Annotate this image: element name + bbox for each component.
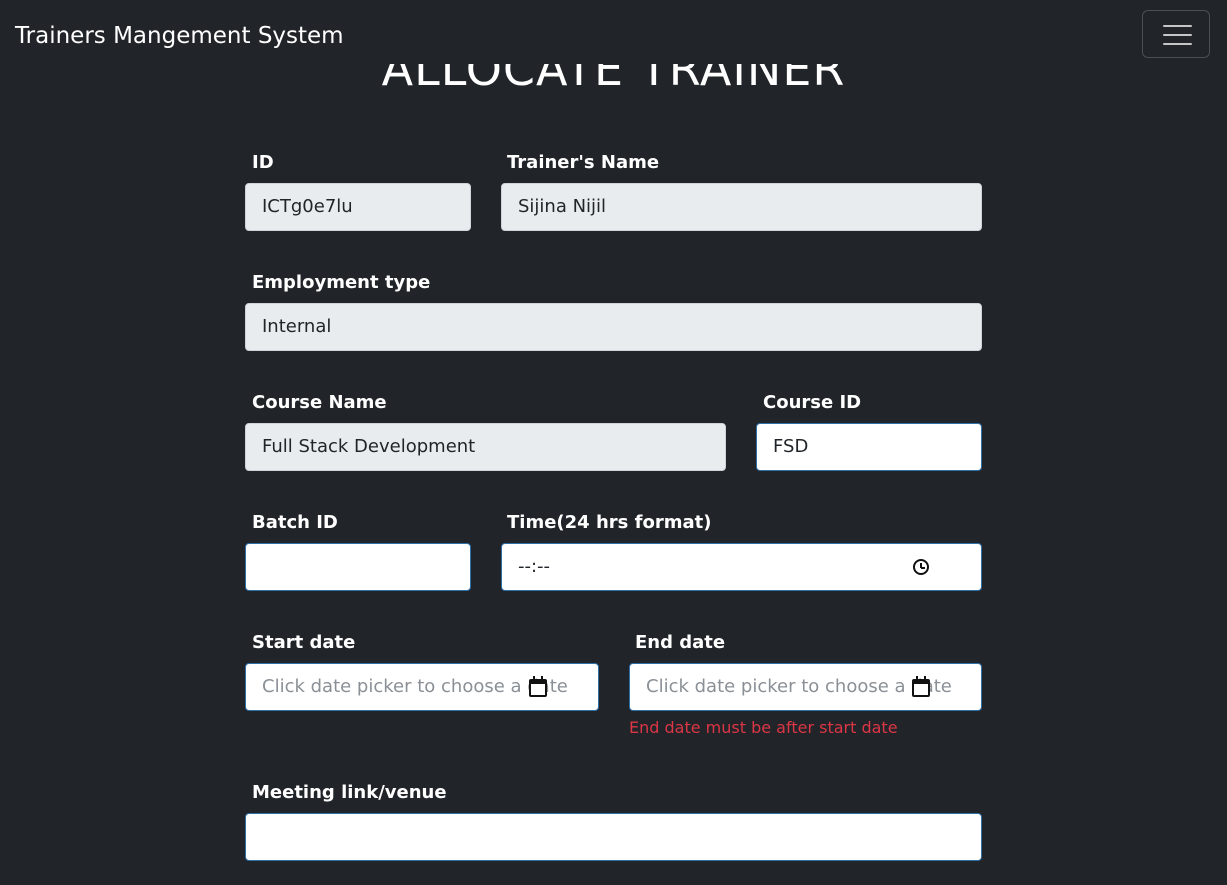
time-value: --:-- <box>518 556 551 577</box>
id-field[interactable]: ICTg0e7lu <box>245 183 471 231</box>
clock-icon[interactable] <box>913 559 929 575</box>
navbar-brand[interactable]: Trainers Mangement System <box>15 20 344 52</box>
course-name-label: Course Name <box>252 392 387 413</box>
end-date-input[interactable]: Click date picker to choose a date <box>629 663 982 711</box>
meeting-link-input[interactable] <box>245 813 982 861</box>
batch-id-input[interactable] <box>245 543 471 591</box>
employment-type-field[interactable]: Internal <box>245 303 982 351</box>
id-label: ID <box>252 152 274 173</box>
end-date-label: End date <box>635 632 726 653</box>
batch-id-label: Batch ID <box>252 512 338 533</box>
end-date-placeholder: Click date picker to choose a date <box>646 676 952 697</box>
start-date-placeholder: Click date picker to choose a date <box>262 676 568 697</box>
meeting-link-label: Meeting link/venue <box>252 782 447 803</box>
navbar-toggler-button[interactable] <box>1142 10 1210 58</box>
start-date-label: Start date <box>252 632 356 653</box>
calendar-icon[interactable] <box>529 676 547 697</box>
calendar-icon[interactable] <box>912 676 930 697</box>
employment-type-label: Employment type <box>252 272 431 293</box>
end-date-error: End date must be after start date <box>629 718 898 737</box>
course-name-field[interactable]: Full Stack Development <box>245 423 726 471</box>
navbar: Trainers Mangement System <box>0 0 1227 72</box>
start-date-input[interactable]: Click date picker to choose a date <box>245 663 599 711</box>
course-id-field[interactable]: FSD <box>756 423 982 471</box>
trainer-name-label: Trainer's Name <box>507 152 660 173</box>
trainer-name-field[interactable]: Sijina Nijil <box>501 183 982 231</box>
time-label: Time(24 hrs format) <box>507 512 712 533</box>
time-input[interactable]: --:-- <box>501 543 982 591</box>
page-title: ALLOCATE TRAINER <box>381 64 846 96</box>
course-id-label: Course ID <box>763 392 862 413</box>
hamburger-menu-icon <box>1163 25 1192 27</box>
